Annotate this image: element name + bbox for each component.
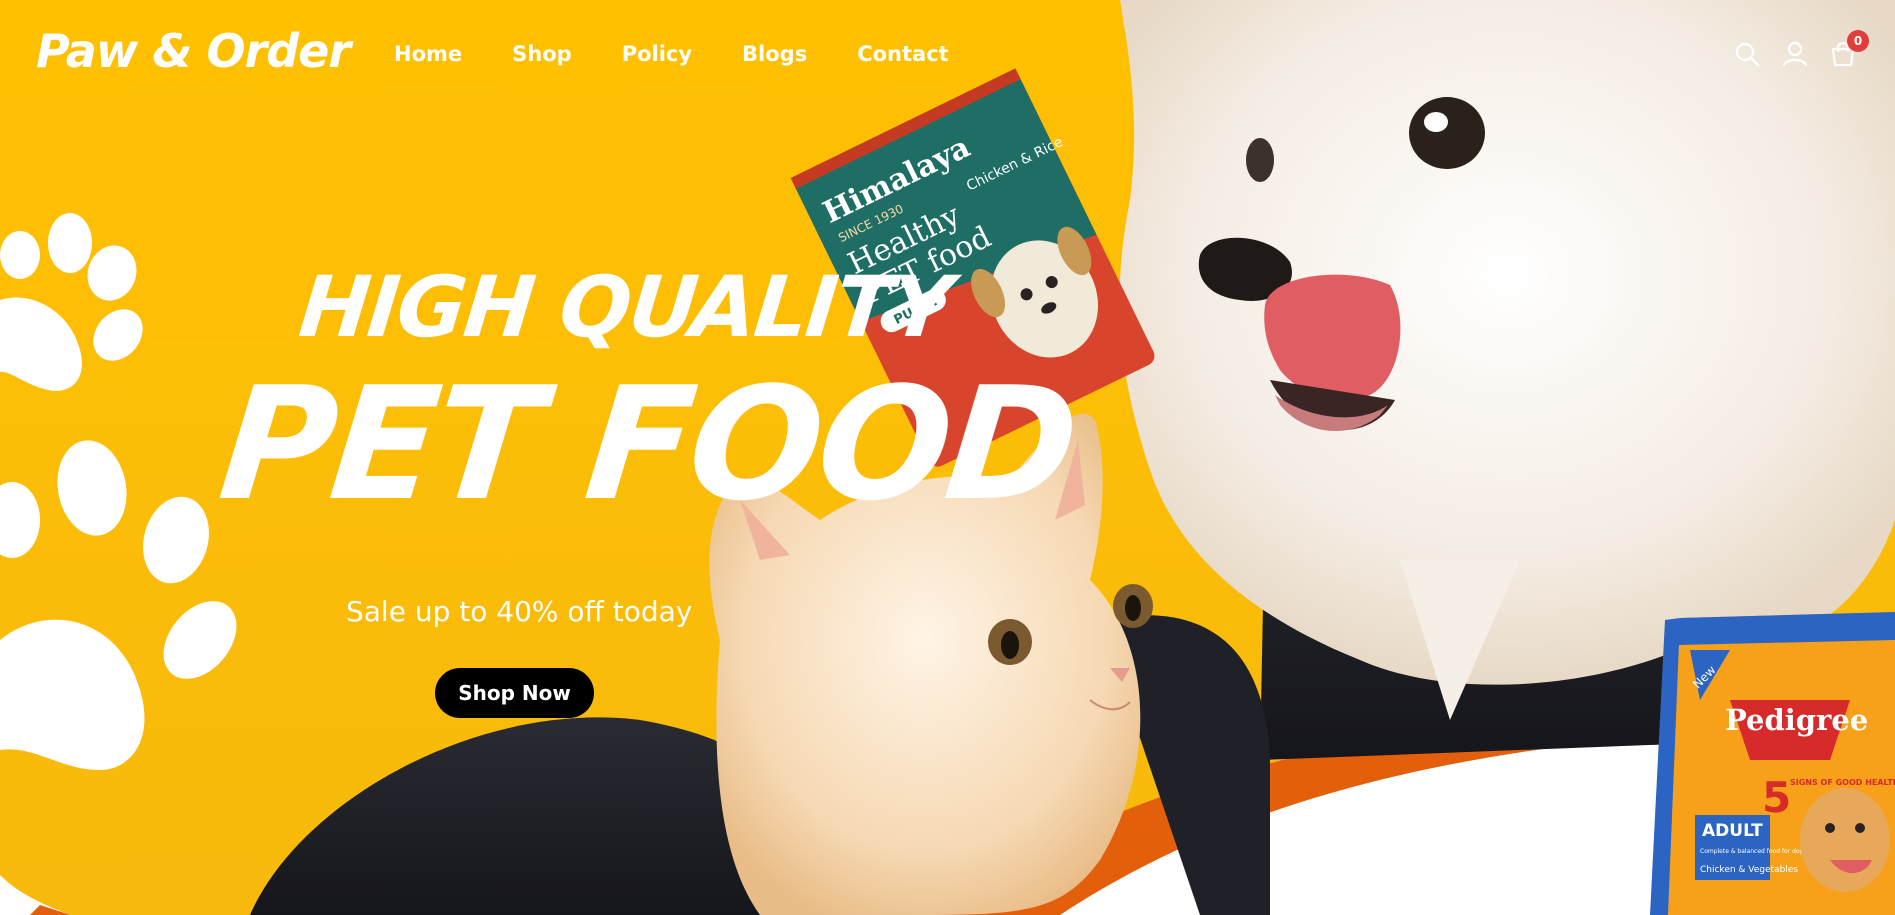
nav-contact[interactable]: Contact [857,42,949,66]
hero-headline-big: PET FOOD [212,353,1083,535]
paw-print-decoration [0,213,237,770]
nav-blogs[interactable]: Blogs [742,42,807,66]
white-corner-wave [0,875,70,915]
pedigree-signs-text: SIGNS OF GOOD HEALTH [1790,778,1895,787]
search-icon[interactable] [1733,40,1761,68]
pedigree-desc-text: Complete & balanced food for dogs [1700,848,1807,855]
hero-subtitle: Sale up to 40% off today [346,595,693,628]
paw-print-bottom [0,440,237,770]
cart-count-badge: 0 [1847,30,1869,52]
nav-home[interactable]: Home [394,42,462,66]
shop-now-button[interactable]: Shop Now [435,668,594,718]
pedigree-brand-text: Pedigree [1725,703,1868,737]
hero-headline-small: HIGH QUALITY [294,258,955,356]
user-icon[interactable] [1781,40,1809,68]
nav-shop[interactable]: Shop [512,42,572,66]
cart-button[interactable]: 0 [1829,30,1869,68]
pedigree-food-bag: New Pedigree 5 SIGNS OF GOOD HEALTH ADUL… [1650,612,1895,915]
paw-print-top [0,213,143,391]
main-nav: Home Shop Policy Blogs Contact [394,42,949,66]
site-logo[interactable]: Paw & Order [36,24,351,78]
pedigree-signs-number: 5 [1762,773,1791,822]
pedigree-flavor-text: Chicken & Vegetables [1700,865,1798,875]
header-icons: 0 [1733,30,1869,68]
pedigree-variant-text: ADULT [1702,821,1763,841]
nav-policy[interactable]: Policy [622,42,692,66]
hero-banner: Himalaya SINCE 1930 Healthy PET food Chi… [0,0,1895,915]
